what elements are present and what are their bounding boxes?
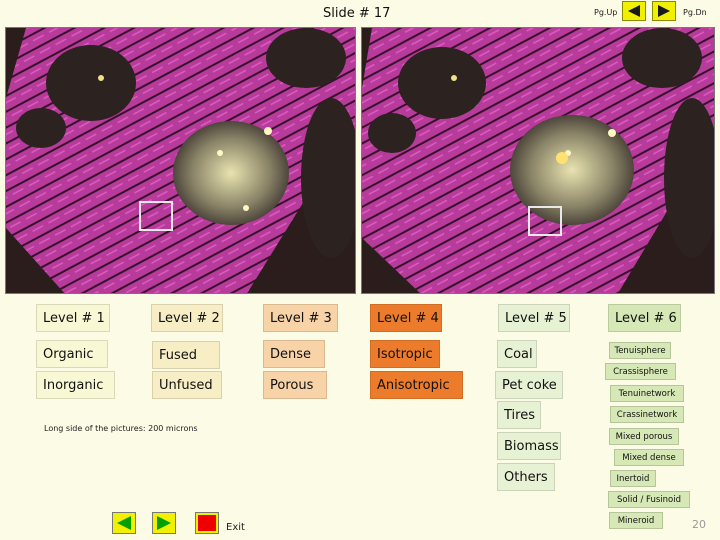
- level-1-option-organic[interactable]: Organic: [36, 340, 108, 368]
- level-6-option-tenuisphere[interactable]: Tenuisphere: [609, 342, 671, 359]
- level-2-option-fused[interactable]: Fused: [152, 341, 220, 369]
- forward-button[interactable]: [152, 512, 176, 534]
- page-down-label: Pg.Dn: [683, 8, 707, 17]
- exit-label: Exit: [226, 522, 245, 533]
- level-2-option-unfused[interactable]: Unfused: [152, 371, 222, 399]
- level-6-option-crassisphere[interactable]: Crassisphere: [605, 363, 676, 380]
- page-down-button[interactable]: [652, 1, 676, 21]
- level-6-option-mixed-dense[interactable]: Mixed dense: [614, 449, 684, 466]
- level-5-option-tires[interactable]: Tires: [497, 401, 541, 429]
- level-5-header: Level # 5: [498, 304, 570, 332]
- triangle-right-icon: [157, 516, 171, 530]
- level-6-option-mixed-porous[interactable]: Mixed porous: [609, 428, 679, 445]
- scale-note: Long side of the pictures: 200 microns: [44, 424, 198, 433]
- micrograph-left: [5, 27, 356, 294]
- micrograph-right: [361, 27, 715, 294]
- level-3-option-porous[interactable]: Porous: [263, 371, 327, 399]
- triangle-left-icon: [117, 516, 131, 530]
- slide-title: Slide # 17: [323, 6, 391, 21]
- level-5-option-others[interactable]: Others: [497, 463, 555, 491]
- stop-square-icon: [198, 515, 216, 531]
- page-up-button[interactable]: [622, 1, 646, 21]
- level-6-header: Level # 6: [608, 304, 681, 332]
- level-1-header: Level # 1: [36, 304, 110, 332]
- level-4-header: Level # 4: [370, 304, 442, 332]
- region-marker-left: [139, 201, 173, 231]
- level-6-option-solid-fusinoid[interactable]: Solid / Fusinoid: [608, 491, 690, 508]
- level-1-option-inorganic[interactable]: Inorganic: [36, 371, 115, 399]
- level-6-option-crassinetwork[interactable]: Crassinetwork: [610, 406, 684, 423]
- level-4-option-isotropic[interactable]: Isotropic: [370, 340, 440, 368]
- level-6-option-mineroid[interactable]: Mineroid: [609, 512, 663, 529]
- level-3-option-dense[interactable]: Dense: [263, 340, 325, 368]
- level-5-option-biomass[interactable]: Biomass: [497, 432, 561, 460]
- page-up-label: Pg.Up: [594, 8, 618, 17]
- level-5-option-pet-coke[interactable]: Pet coke: [495, 371, 563, 399]
- triangle-left-icon: [628, 5, 640, 17]
- page-number: 20: [692, 518, 706, 531]
- back-button[interactable]: [112, 512, 136, 534]
- level-3-header: Level # 3: [263, 304, 338, 332]
- exit-button[interactable]: [195, 512, 219, 534]
- level-4-option-anisotropic[interactable]: Anisotropic: [370, 371, 463, 399]
- region-marker-right: [528, 206, 562, 236]
- level-2-header: Level # 2: [151, 304, 223, 332]
- level-6-option-inertoid[interactable]: Inertoid: [610, 470, 656, 487]
- level-6-option-tenuinetwork[interactable]: Tenuinetwork: [610, 385, 684, 402]
- triangle-right-icon: [658, 5, 670, 17]
- level-5-option-coal[interactable]: Coal: [497, 340, 537, 368]
